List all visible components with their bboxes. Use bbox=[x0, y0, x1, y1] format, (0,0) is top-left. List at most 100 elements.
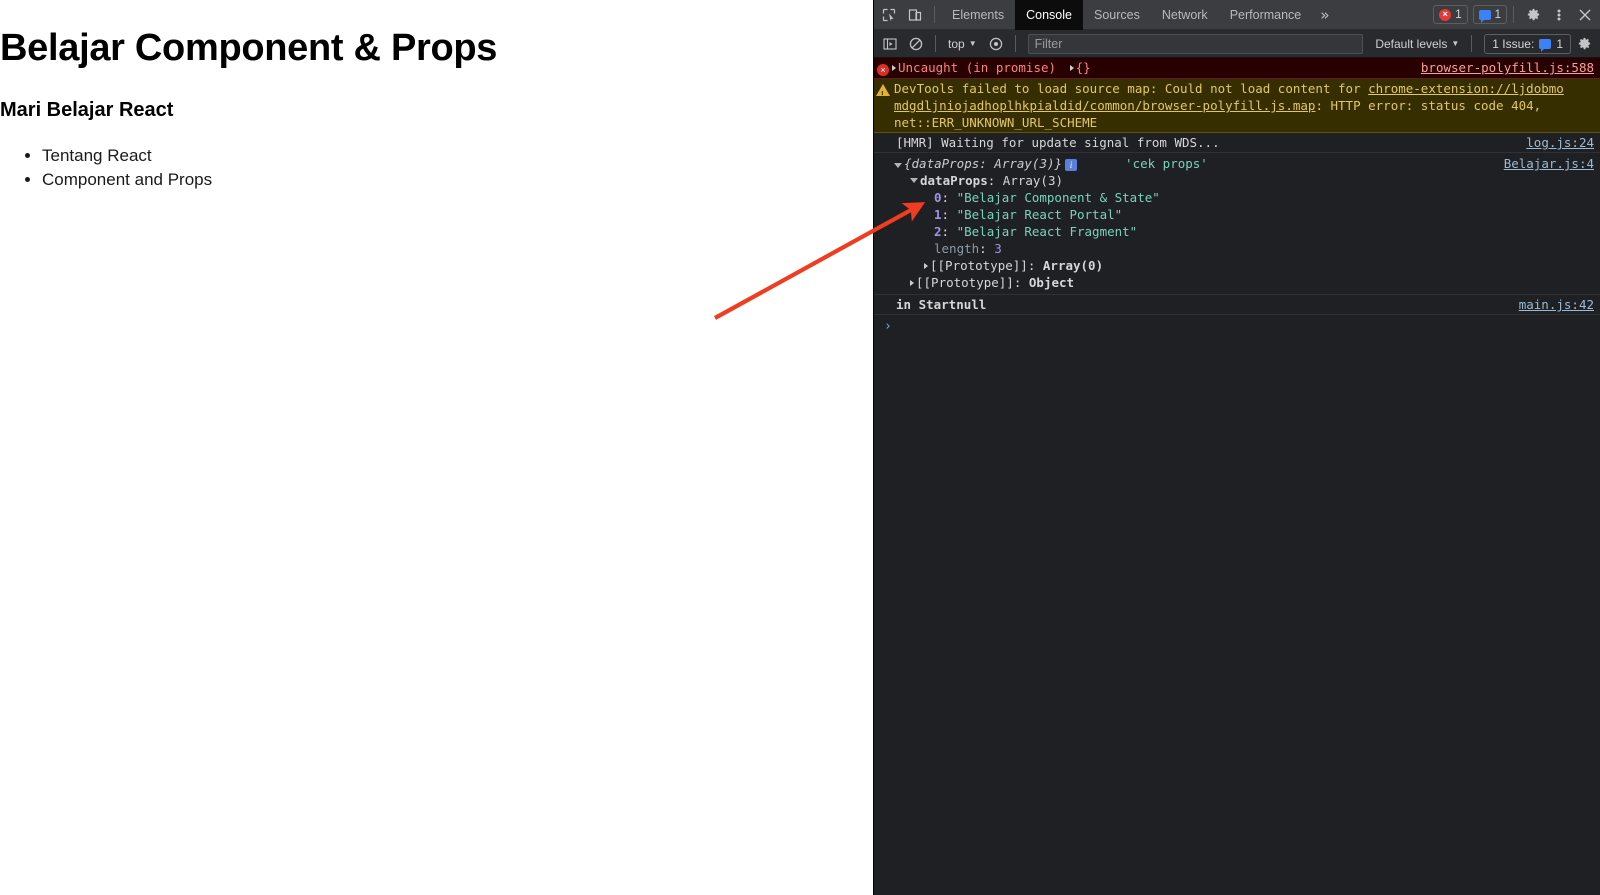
error-icon: × bbox=[874, 59, 892, 77]
console-hmr-source-link[interactable]: log.js:24 bbox=[1518, 134, 1600, 151]
chevron-down-icon: ▼ bbox=[968, 39, 977, 48]
object-log-header: {dataProps: Array(3)} i 'cek props' bbox=[874, 155, 1496, 172]
error-count-badge[interactable]: × 1 bbox=[1433, 5, 1468, 24]
array-index: 2 bbox=[934, 224, 942, 239]
prompt-caret-icon: › bbox=[884, 319, 892, 334]
issues-badge[interactable]: 1 Issue: 1 bbox=[1484, 33, 1571, 54]
devtools-panel: Elements Console Sources Network Perform… bbox=[873, 0, 1600, 895]
execution-context-select[interactable]: top ▼ bbox=[942, 34, 983, 54]
expand-triangle-icon-proto-inner[interactable] bbox=[924, 263, 928, 269]
console-row-warning[interactable]: DevTools failed to load source map: Coul… bbox=[874, 79, 1600, 133]
console-row-trace[interactable]: in Startnull main.js:42 bbox=[874, 295, 1600, 315]
warning-link-part1[interactable]: chrome-extension://ljdobmo bbox=[1368, 81, 1564, 96]
prototype-inner-value: Array(0) bbox=[1042, 258, 1104, 273]
object-log-source-link[interactable]: Belajar.js:4 bbox=[1496, 155, 1600, 172]
console-row-error[interactable]: × Uncaught (in promise) {} browser-polyf… bbox=[874, 58, 1600, 79]
warning-icon bbox=[874, 80, 892, 103]
expand-triangle-icon-proto-outer[interactable] bbox=[910, 280, 914, 286]
object-preview: {dataProps: Array(3)} bbox=[904, 156, 1063, 171]
console-toolbar: top ▼ Filter Default levels ▼ 1 Issue: 1 bbox=[874, 30, 1600, 58]
console-hmr-text: [HMR] Waiting for update signal from WDS… bbox=[896, 135, 1220, 150]
array-length-value: 3 bbox=[994, 241, 1002, 256]
console-toolbar-divider-2 bbox=[1014, 35, 1016, 52]
devtools-tabbar: Elements Console Sources Network Perform… bbox=[874, 0, 1600, 30]
console-toolbar-divider bbox=[935, 35, 936, 52]
array-item-row: 0: "Belajar Component & State" bbox=[934, 190, 1160, 205]
error-icon: × bbox=[1439, 8, 1452, 21]
warning-text-post: : HTTP error: status code 404, bbox=[1315, 98, 1542, 113]
live-expression-icon[interactable] bbox=[983, 31, 1009, 57]
list-item: Tentang React bbox=[42, 144, 873, 168]
message-count: 1 bbox=[1494, 8, 1501, 21]
issues-count: 1 bbox=[1556, 36, 1563, 51]
tab-elements[interactable]: Elements bbox=[941, 0, 1015, 30]
console-error-text: Uncaught (in promise) bbox=[898, 60, 1057, 75]
array-length-row: length: 3 bbox=[934, 241, 1002, 256]
prototype-inner-row[interactable]: [[Prototype]]: Array(0) bbox=[874, 257, 1600, 274]
topic-list: Tentang React Component and Props bbox=[0, 144, 873, 192]
page-title: Belajar Component & Props bbox=[0, 27, 498, 69]
console-trace-text: in Startnull bbox=[896, 297, 987, 312]
page-subtitle: Mari Belajar React bbox=[0, 99, 174, 121]
array-value: "Belajar React Fragment" bbox=[956, 224, 1138, 239]
more-tabs-icon[interactable]: » bbox=[1312, 0, 1337, 30]
tab-sources[interactable]: Sources bbox=[1083, 0, 1151, 30]
console-prompt[interactable]: › bbox=[874, 315, 1600, 338]
close-icon[interactable] bbox=[1572, 2, 1598, 28]
console-row-object-group[interactable]: {dataProps: Array(3)} i 'cek props' Bela… bbox=[874, 153, 1600, 295]
tab-console[interactable]: Console bbox=[1015, 0, 1083, 30]
message-count-badge[interactable]: 1 bbox=[1472, 5, 1507, 24]
array-value: "Belajar Component & State" bbox=[956, 190, 1160, 205]
gear-icon[interactable] bbox=[1520, 2, 1546, 28]
expand-object-triangle-icon[interactable] bbox=[1069, 65, 1074, 71]
list-item: Component and Props bbox=[42, 168, 873, 192]
warning-text-line3: net::ERR_UNKNOWN_URL_SCHEME bbox=[894, 115, 1098, 130]
log-levels-select[interactable]: Default levels ▼ bbox=[1369, 34, 1465, 54]
prototype-outer-row[interactable]: [[Prototype]]: Object bbox=[874, 274, 1600, 291]
execution-context-value: top bbox=[948, 36, 965, 51]
issues-message-icon bbox=[1539, 38, 1552, 52]
console-error-object: {} bbox=[1075, 60, 1091, 75]
more-options-icon[interactable] bbox=[1546, 2, 1572, 28]
clear-console-icon[interactable] bbox=[903, 31, 929, 57]
inspect-element-icon[interactable] bbox=[876, 2, 902, 28]
filter-input[interactable]: Filter bbox=[1027, 33, 1364, 54]
device-toolbar-icon[interactable] bbox=[902, 2, 928, 28]
console-error-body: Uncaught (in promise) {} bbox=[892, 59, 1413, 76]
issues-label: 1 Issue: bbox=[1492, 36, 1535, 51]
prototype-outer-key: [[Prototype]] bbox=[916, 275, 1014, 290]
console-settings-gear-icon[interactable] bbox=[1571, 31, 1597, 57]
screen: Belajar Component & Props Mari Belajar R… bbox=[0, 0, 1600, 895]
web-page-content: Belajar Component & Props Mari Belajar R… bbox=[0, 0, 873, 895]
expand-triangle-icon[interactable] bbox=[892, 65, 896, 71]
console-output[interactable]: × Uncaught (in promise) {} browser-polyf… bbox=[874, 58, 1600, 895]
info-icon[interactable]: i bbox=[1065, 159, 1078, 171]
toolbar-divider bbox=[934, 6, 935, 23]
error-count: 1 bbox=[1455, 8, 1462, 21]
toolbar-divider-2 bbox=[1513, 6, 1514, 23]
console-trace-source-link[interactable]: main.js:42 bbox=[1511, 296, 1600, 313]
array-length-key: length bbox=[934, 241, 980, 256]
console-error-source-link[interactable]: browser-polyfill.js:588 bbox=[1413, 59, 1600, 76]
array-value: "Belajar React Portal" bbox=[956, 207, 1123, 222]
chevron-down-icon-2: ▼ bbox=[1451, 39, 1460, 48]
object-prop-row[interactable]: dataProps: Array(3) bbox=[874, 172, 1600, 189]
tab-performance[interactable]: Performance bbox=[1219, 0, 1313, 30]
console-row-hmr[interactable]: [HMR] Waiting for update signal from WDS… bbox=[874, 133, 1600, 153]
array-item-row: 2: "Belajar React Fragment" bbox=[934, 224, 1138, 239]
console-toolbar-divider-3 bbox=[1471, 35, 1473, 52]
array-index: 0 bbox=[934, 190, 942, 205]
console-warning-body: DevTools failed to load source map: Coul… bbox=[892, 80, 1600, 131]
message-icon bbox=[1478, 9, 1491, 23]
object-prop-name: dataProps bbox=[920, 173, 988, 188]
collapse-triangle-icon-prop[interactable] bbox=[910, 178, 918, 183]
tab-network[interactable]: Network bbox=[1151, 0, 1219, 30]
prototype-inner-key: [[Prototype]] bbox=[930, 258, 1028, 273]
warning-text-pre: DevTools failed to load source map: Coul… bbox=[894, 81, 1369, 96]
array-index: 1 bbox=[934, 207, 942, 222]
collapse-triangle-icon[interactable] bbox=[894, 163, 902, 168]
prototype-outer-value: Object bbox=[1028, 275, 1075, 290]
warning-link-part2[interactable]: mdgdljniojadhoplhkpialdid/common/browser… bbox=[894, 98, 1315, 113]
console-sidebar-icon[interactable] bbox=[877, 31, 903, 57]
object-log-label: 'cek props' bbox=[1125, 156, 1208, 171]
